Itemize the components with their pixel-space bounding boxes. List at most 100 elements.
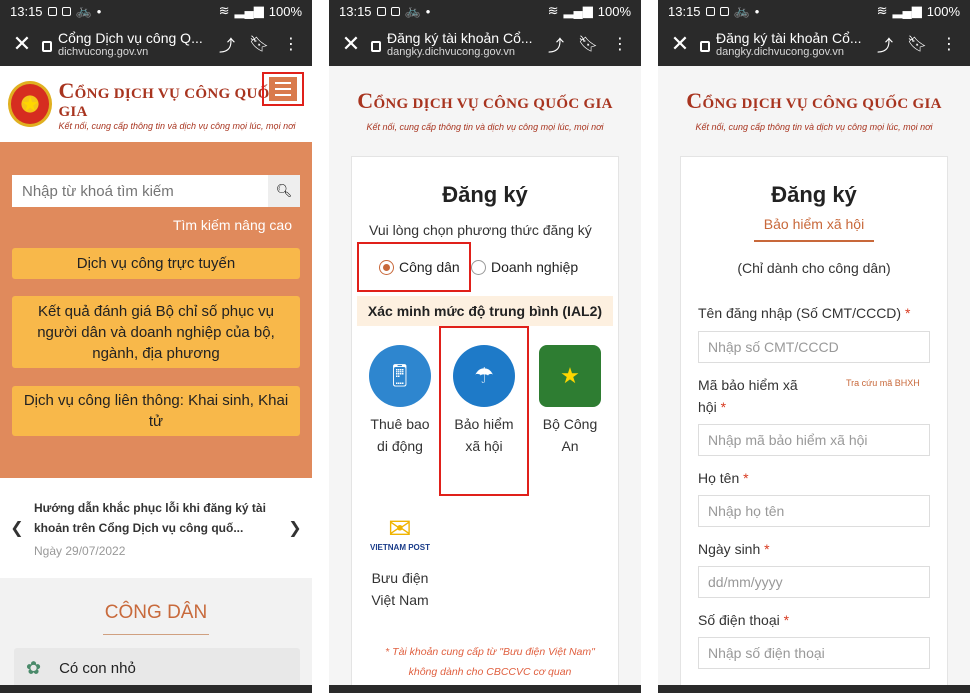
status-bar: 13:15 🚲 • ≋ ▂▄▆ 100% xyxy=(0,0,312,22)
more-vert-icon[interactable]: ⋮ xyxy=(607,34,633,54)
verify-level-banner: Xác minh mức độ trung bình (IAL2) xyxy=(357,296,613,326)
bookmark-icon[interactable]: 🔖︎ xyxy=(904,34,930,54)
label-insurance-code: Mã bảo hiểm xã hội * xyxy=(698,377,798,415)
site-tagline: Kết nối, cung cấp thông tin và dịch vụ c… xyxy=(366,122,604,132)
citizen-only-note: (Chỉ dành cho công dân) xyxy=(737,260,891,276)
search-input[interactable] xyxy=(12,175,268,207)
address-bar[interactable]: Đăng ký tài khoản Cổ... dangky.dichvucon… xyxy=(387,30,537,58)
signal-icon: ▂▄▆ xyxy=(234,3,264,18)
close-icon[interactable]: ✕ xyxy=(666,33,694,55)
search-box: 🔍︎ xyxy=(12,175,300,207)
highlight-box xyxy=(439,326,529,496)
radio-unselected-icon xyxy=(471,259,486,275)
status-time: 13:15 xyxy=(339,3,372,19)
police-badge-icon: ★ xyxy=(539,345,601,407)
signal-icon: ▂▄▆ xyxy=(563,3,593,18)
site-logo[interactable]: CỔNG DỊCH VỤ CÔNG QUỐC GIA xyxy=(357,88,613,114)
page-title: Đăng ký xyxy=(771,182,857,207)
more-vert-icon[interactable]: ⋮ xyxy=(936,34,962,54)
label-full-name: Họ tên * xyxy=(698,470,749,486)
evaluation-results-button[interactable]: Kết quả đánh giá Bộ chỉ số phục vụ người… xyxy=(12,296,300,368)
status-bar: 13:15 🚲 • ≋ ▂▄▆ 100% xyxy=(658,0,970,22)
page-title: Đăng ký xyxy=(442,182,528,207)
national-emblem-icon: ★ xyxy=(8,81,53,127)
site-logo[interactable]: CỔNG DỊCH VỤ CÔNG QUỐC GIA xyxy=(686,88,942,114)
vietnam-post-logo-icon: ✉ VIETNAM POST xyxy=(369,513,430,553)
choose-method-label: Vui lòng chọn phương thức đăng ký xyxy=(369,222,592,238)
lock-icon[interactable] xyxy=(371,40,381,52)
status-time: 13:15 xyxy=(10,3,43,19)
notification-icon xyxy=(376,6,386,16)
bookmark-icon[interactable]: 🔖︎ xyxy=(575,34,601,54)
share-icon[interactable]: ⤴ xyxy=(543,32,569,56)
bike-icon: 🚲 xyxy=(404,3,421,18)
instagram-icon xyxy=(719,6,729,16)
browser-toolbar: ✕ Đăng ký tài khoản Cổ... dangky.dichvuc… xyxy=(329,22,641,66)
phone-field[interactable]: Nhập số điện thoại xyxy=(698,637,930,669)
share-icon[interactable]: ⤴ xyxy=(214,32,240,56)
username-field[interactable]: Nhập số CMT/CCCD xyxy=(698,331,930,363)
notification-icon xyxy=(47,6,57,16)
chevron-right-icon[interactable]: ❯ xyxy=(278,518,312,538)
lookup-insurance-code-link[interactable]: Tra cứu mã BHXH xyxy=(846,378,920,388)
online-services-button[interactable]: Dịch vụ công trực tuyến xyxy=(12,248,300,279)
browser-toolbar: ✕ Cổng Dịch vụ công Q... dichvucong.gov.… xyxy=(0,22,312,66)
birth-date-field[interactable]: dd/mm/yyyy xyxy=(698,566,930,598)
lock-icon[interactable] xyxy=(700,40,710,52)
chevron-left-icon[interactable]: ❮ xyxy=(0,518,34,538)
insurance-code-field[interactable]: Nhập mã bảo hiểm xã hội xyxy=(698,424,930,456)
option-police[interactable]: ★ Bộ Công An xyxy=(537,345,603,457)
news-title[interactable]: Hướng dẫn khắc phục lỗi khi đăng ký tài … xyxy=(34,498,278,538)
section-item[interactable]: ✿ Có con nhỏ xyxy=(14,648,300,688)
section-title: CÔNG DÂN xyxy=(104,602,208,623)
bike-icon: 🚲 xyxy=(733,3,750,18)
close-icon[interactable]: ✕ xyxy=(337,33,365,55)
label-username: Tên đăng nhập (Số CMT/CCCD) * xyxy=(698,305,911,321)
option-vietnam-post[interactable]: ✉ VIETNAM POST Bưu điện Việt Nam xyxy=(367,505,433,611)
url-host: dangky.dichvucong.gov.vn xyxy=(716,46,845,58)
battery-level: 100% xyxy=(597,3,631,19)
lock-icon[interactable] xyxy=(42,40,52,52)
site-header: CỔNG DỊCH VỤ CÔNG QUỐC GIA Kết nối, cung… xyxy=(329,66,641,154)
highlight-box xyxy=(357,242,471,292)
full-name-field[interactable]: Nhập họ tên xyxy=(698,495,930,527)
signal-icon: ▂▄▆ xyxy=(892,3,922,18)
tab-social-insurance[interactable]: Bảo hiểm xã hội xyxy=(754,216,874,242)
wifi-icon: ≋ xyxy=(218,3,230,18)
phone-screen-insurance-form: 13:15 🚲 • ≋ ▂▄▆ 100% ✕ Đăng ký tài khoản Cổ.… xyxy=(658,0,970,693)
label-phone: Số điện thoại * xyxy=(698,612,790,628)
tab-title: Đăng ký tài khoản Cổ... xyxy=(716,30,862,46)
search-icon[interactable]: 🔍︎ xyxy=(268,175,300,207)
instagram-icon xyxy=(390,6,400,16)
site-tagline: Kết nối, cung cấp thông tin và dịch vụ c… xyxy=(58,120,296,131)
menu-button[interactable] xyxy=(262,72,304,106)
system-nav-bar xyxy=(658,685,970,693)
close-icon[interactable]: ✕ xyxy=(8,33,36,55)
bookmark-icon[interactable]: 🔖︎ xyxy=(246,34,272,54)
news-date: Ngày 29/07/2022 xyxy=(34,544,126,558)
phone-screen-home: 13:15 🚲 • ≋ ▂▄▆ 100% ✕ Cổng Dịch vụ công Q..… xyxy=(0,0,312,693)
advanced-search-link[interactable]: Tìm kiếm nâng cao xyxy=(173,217,292,233)
address-bar[interactable]: Cổng Dịch vụ công Q... dichvucong.gov.vn xyxy=(58,30,208,58)
mobile-phone-icon: 📱︎ xyxy=(369,345,431,407)
linked-services-button[interactable]: Dịch vụ công liên thông: Khai sinh, Khai… xyxy=(12,386,300,436)
wifi-icon: ≋ xyxy=(876,3,888,18)
browser-toolbar: ✕ Đăng ký tài khoản Cổ... dangky.dichvuc… xyxy=(658,22,970,66)
option-mobile[interactable]: 📱︎ Thuê bao di động xyxy=(367,345,433,457)
more-vert-icon[interactable]: ⋮ xyxy=(278,34,304,54)
section-divider xyxy=(103,634,209,635)
url-host: dichvucong.gov.vn xyxy=(58,46,149,58)
baby-icon: ✿ xyxy=(26,657,42,678)
status-bar: 13:15 🚲 • ≋ ▂▄▆ 100% xyxy=(329,0,641,22)
battery-level: 100% xyxy=(926,3,960,19)
vietnam-post-note: * Tài khoản cung cấp từ "Bưu điện Việt N… xyxy=(385,646,595,678)
system-nav-bar xyxy=(329,685,641,693)
news-carousel: ❮ Hướng dẫn khắc phục lỗi khi đăng ký tà… xyxy=(0,478,312,578)
tab-title: Cổng Dịch vụ công Q... xyxy=(58,30,203,46)
wifi-icon: ≋ xyxy=(547,3,559,18)
bike-icon: 🚲 xyxy=(75,3,92,18)
radio-business[interactable]: Doanh nghiệp xyxy=(471,259,578,275)
share-icon[interactable]: ⤴ xyxy=(872,32,898,56)
notification-icon xyxy=(705,6,715,16)
address-bar[interactable]: Đăng ký tài khoản Cổ... dangky.dichvucon… xyxy=(716,30,866,58)
